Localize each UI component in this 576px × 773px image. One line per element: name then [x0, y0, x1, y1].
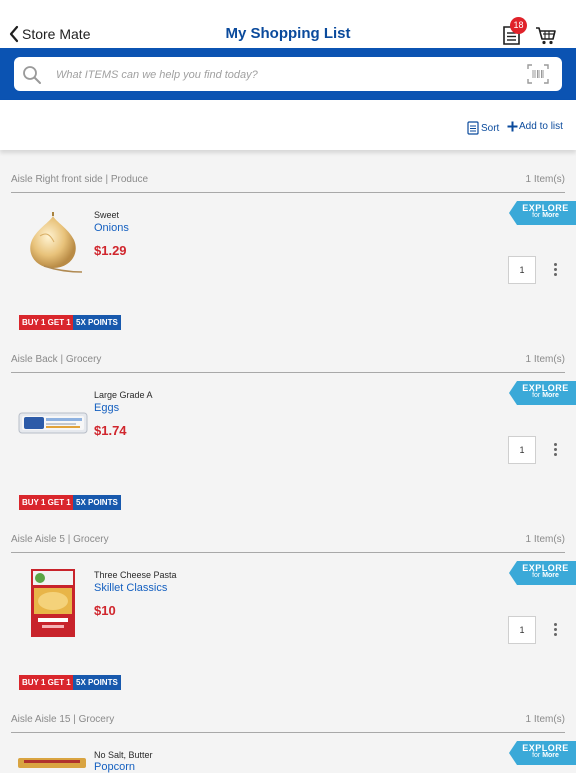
- page-title: My Shopping List: [225, 25, 351, 42]
- explore-more-button[interactable]: EXPLORE for More: [509, 741, 576, 765]
- add-to-list-label: Add to list: [519, 121, 563, 132]
- item-count: 1 Item(s): [525, 714, 565, 725]
- more-options-icon[interactable]: [551, 443, 559, 461]
- item-count: 1 Item(s): [525, 174, 565, 185]
- promo-tag-points: 5X POINTS: [73, 315, 121, 330]
- aisle-label: Aisle Aisle 15 | Grocery: [11, 714, 115, 725]
- cart-icon[interactable]: [535, 24, 557, 46]
- promo-tag-bogo: BUY 1 GET 1: [19, 495, 74, 510]
- promo-tag-bogo: BUY 1 GET 1: [19, 315, 74, 330]
- popcorn-image: [18, 758, 86, 768]
- item-price: $1.74: [94, 423, 127, 438]
- divider: [11, 372, 565, 373]
- aisle-header: Aisle Aisle 5 | Grocery 1 Item(s): [11, 534, 565, 550]
- promo-tag-points: 5X POINTS: [73, 495, 121, 510]
- aisle-header: Aisle Aisle 15 | Grocery 1 Item(s): [11, 714, 565, 730]
- item-description: Three Cheese Pasta: [94, 570, 177, 580]
- search-icon: [23, 66, 41, 84]
- list-count-badge: 18: [510, 17, 527, 34]
- explore-more-button[interactable]: EXPLORE for More: [509, 381, 576, 405]
- item-name[interactable]: Onions: [94, 222, 129, 234]
- onion-image: [30, 212, 83, 273]
- sort-label: Sort: [481, 122, 500, 134]
- aisle-label: Aisle Right front side | Produce: [11, 174, 149, 185]
- sort-button[interactable]: Sort: [467, 121, 499, 135]
- promo-tag-bogo: BUY 1 GET 1: [19, 675, 74, 690]
- divider: [11, 732, 565, 733]
- plus-icon: [507, 121, 518, 132]
- explore-sub-label: for More: [532, 212, 559, 219]
- pasta-box-image: [31, 569, 75, 637]
- add-to-list-button[interactable]: Add to list: [507, 121, 563, 132]
- item-name[interactable]: Popcorn: [94, 761, 135, 773]
- item-count: 1 Item(s): [525, 354, 565, 365]
- item-description: Sweet: [94, 210, 120, 220]
- item-count: 1 Item(s): [525, 534, 565, 545]
- explore-sub-label: for More: [532, 572, 559, 579]
- item-price: $10: [94, 603, 116, 618]
- item-name[interactable]: Eggs: [94, 402, 119, 414]
- quantity-input[interactable]: [508, 436, 536, 464]
- search-input[interactable]: [54, 60, 498, 90]
- item-description: No Salt, Butter: [94, 750, 153, 760]
- divider: [11, 552, 565, 553]
- item-price: $1.29: [94, 243, 127, 258]
- quantity-input[interactable]: [508, 256, 536, 284]
- item-description: Large Grade A: [94, 390, 153, 400]
- promo-tag-points: 5X POINTS: [73, 675, 121, 690]
- explore-more-button[interactable]: EXPLORE for More: [509, 561, 576, 585]
- quantity-input[interactable]: [508, 616, 536, 644]
- explore-sub-label: for More: [532, 752, 559, 759]
- sort-icon: [467, 121, 479, 135]
- barcode-scan-icon[interactable]: [527, 64, 549, 84]
- aisle-label: Aisle Back | Grocery: [11, 354, 102, 365]
- more-options-icon[interactable]: [551, 263, 559, 281]
- item-name[interactable]: Skillet Classics: [94, 582, 167, 594]
- divider: [11, 192, 565, 193]
- aisle-header: Aisle Right front side | Produce 1 Item(…: [11, 174, 565, 190]
- explore-more-button[interactable]: EXPLORE for More: [509, 201, 576, 225]
- aisle-label: Aisle Aisle 5 | Grocery: [11, 534, 109, 545]
- aisle-header: Aisle Back | Grocery 1 Item(s): [11, 354, 565, 370]
- explore-sub-label: for More: [532, 392, 559, 399]
- more-options-icon[interactable]: [551, 623, 559, 641]
- eggs-image: [18, 412, 88, 434]
